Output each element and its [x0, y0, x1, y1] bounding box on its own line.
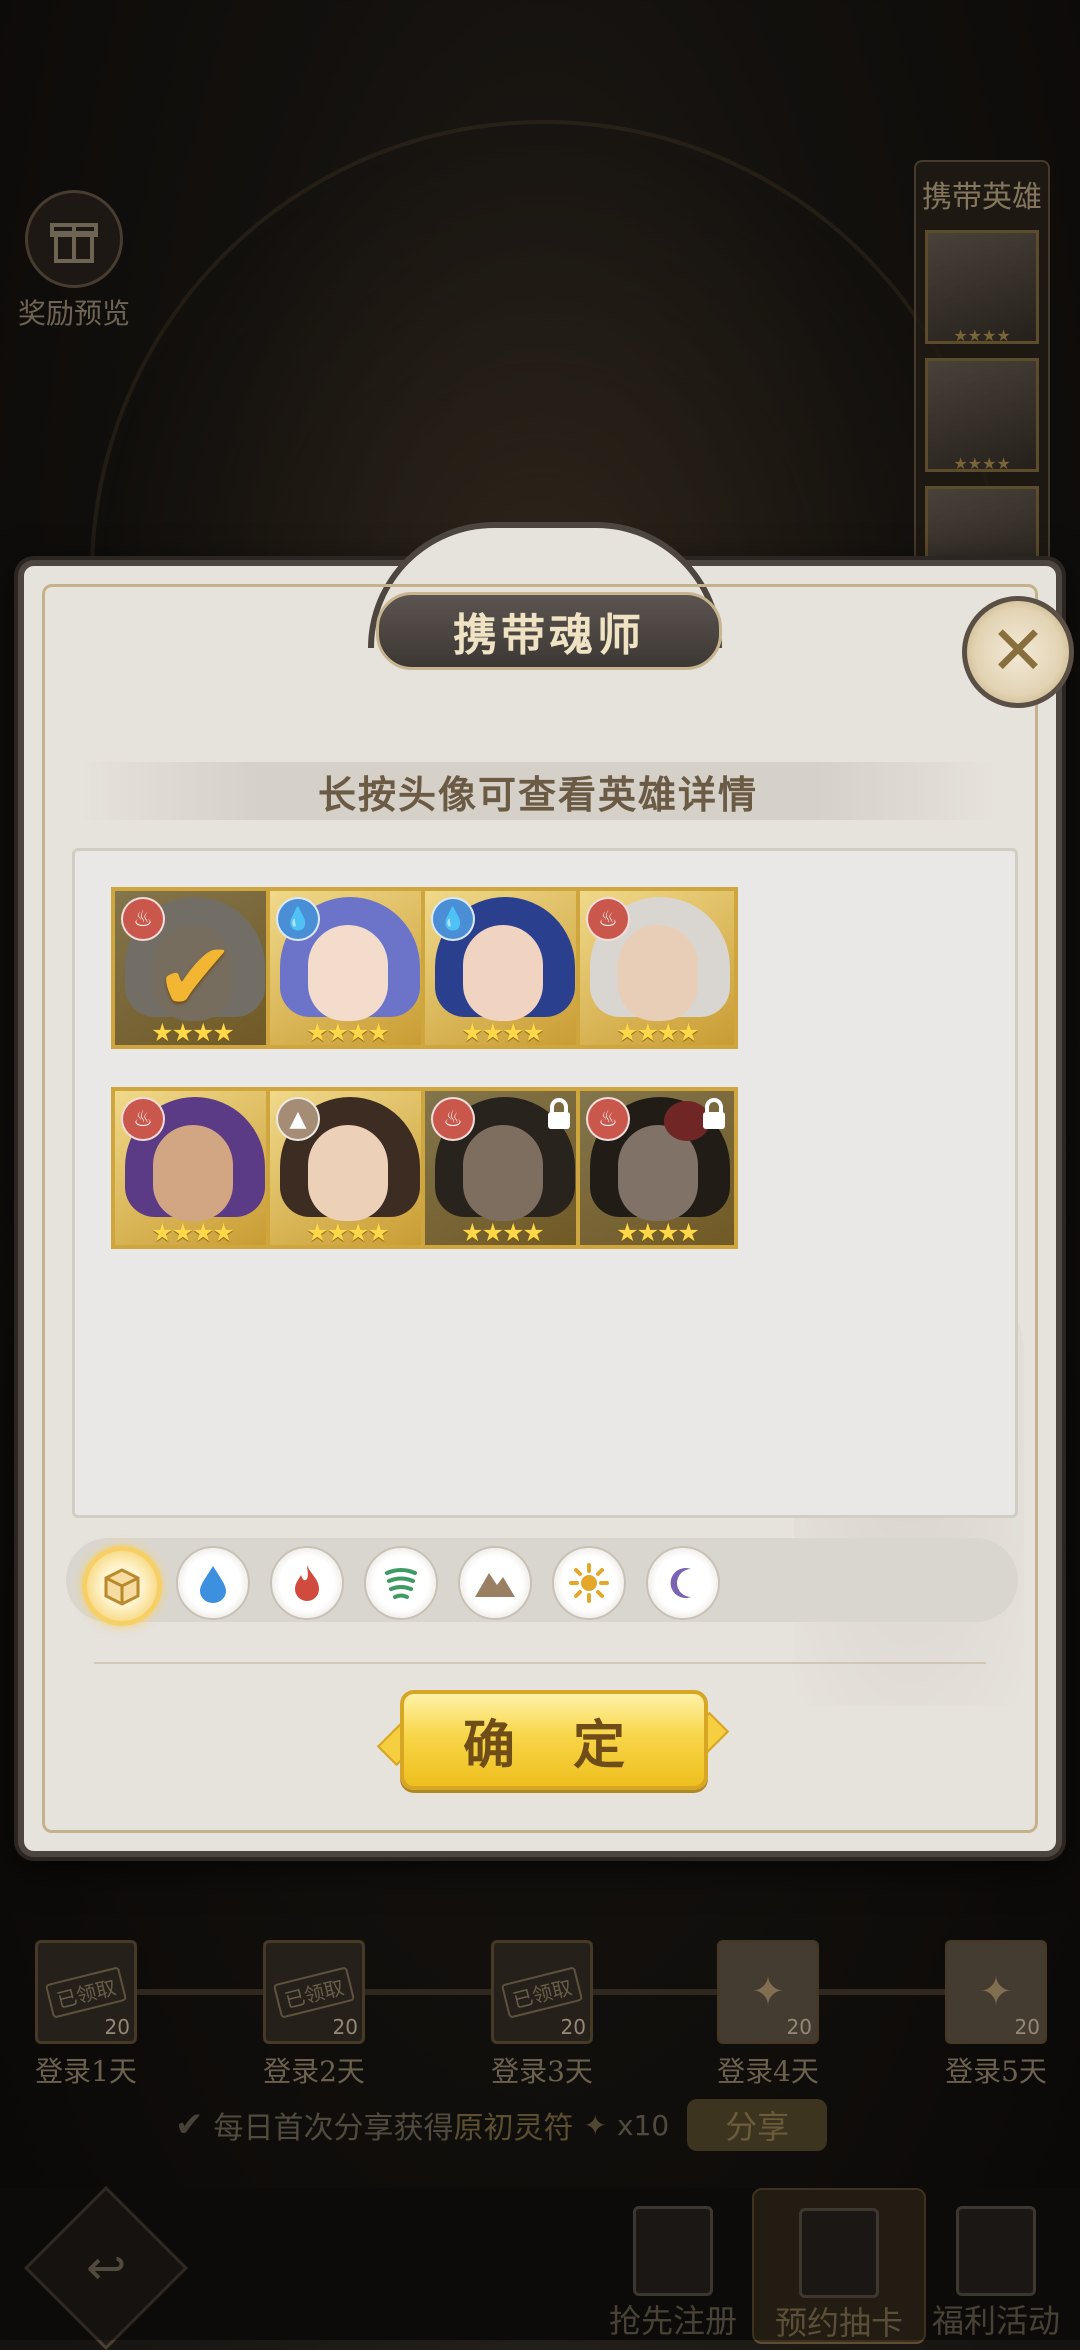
hero-card[interactable]: ♨ ★★★★	[421, 1087, 583, 1249]
box-icon	[104, 1568, 140, 1606]
water-element-icon: 💧	[431, 897, 475, 941]
star-rating: ★★★★	[151, 1218, 235, 1247]
check-icon: ✔	[155, 921, 236, 1033]
star-rating: ★★★★	[461, 1018, 545, 1047]
star-rating: ★★★★	[616, 1218, 700, 1247]
hero-card[interactable]: ♨ ★★★★	[111, 1087, 273, 1249]
filter-dark-button[interactable]	[646, 1546, 720, 1620]
hero-grid-panel: ♨ ✔ ★★★★ 💧 ★★★★ 💧 ★★★★ ♨ ★★★★ ♨ ★★★★ ▲ ★…	[72, 848, 1018, 1518]
close-icon: ✕	[989, 612, 1047, 691]
filter-all-button[interactable]	[82, 1546, 162, 1626]
star-rating: ★★★★	[306, 1018, 390, 1047]
wind-icon	[385, 1568, 417, 1599]
fire-icon	[295, 1565, 319, 1601]
filter-earth-button[interactable]	[458, 1546, 532, 1620]
sun-icon	[569, 1563, 609, 1603]
confirm-button[interactable]: 确 定	[400, 1690, 708, 1790]
lock-icon	[703, 1098, 725, 1129]
divider	[94, 1662, 986, 1664]
filter-wind-button[interactable]	[364, 1546, 438, 1620]
hero-card[interactable]: ▲ ★★★★	[266, 1087, 428, 1249]
water-element-icon: 💧	[276, 897, 320, 941]
water-drop-icon	[200, 1566, 226, 1603]
filter-light-button[interactable]	[552, 1546, 626, 1620]
mountain-icon	[475, 1573, 515, 1597]
star-rating: ★★★★	[461, 1218, 545, 1247]
earth-element-icon: ▲	[276, 1097, 320, 1141]
hero-card[interactable]: 💧 ★★★★	[266, 887, 428, 1049]
carry-hero-dialog: 携带魂师 ✕ 长按头像可查看英雄详情 ♨ ✔ ★★★★ 💧 ★★★★ 💧 ★★★…	[18, 522, 1074, 1857]
moon-icon	[670, 1568, 691, 1598]
element-filter-bar	[66, 1538, 1018, 1626]
filter-water-button[interactable]	[176, 1546, 250, 1620]
fire-element-icon: ♨	[121, 1097, 165, 1141]
fire-element-icon: ♨	[431, 1097, 475, 1141]
filter-fire-button[interactable]	[270, 1546, 344, 1620]
close-button[interactable]: ✕	[962, 596, 1074, 708]
hero-card[interactable]: ♨ ★★★★	[576, 887, 738, 1049]
lock-icon	[548, 1098, 570, 1129]
hero-card[interactable]: ♨ ★★★★	[576, 1087, 738, 1249]
star-rating: ★★★★	[306, 1218, 390, 1247]
hero-card[interactable]: ♨ ✔ ★★★★	[111, 887, 273, 1049]
fire-element-icon: ♨	[586, 897, 630, 941]
dialog-title: 携带魂师	[376, 592, 722, 670]
long-press-hint: 长按头像可查看英雄详情	[78, 762, 998, 820]
hero-card[interactable]: 💧 ★★★★	[421, 887, 583, 1049]
star-rating: ★★★★	[616, 1018, 700, 1047]
fire-element-icon: ♨	[586, 1097, 630, 1141]
